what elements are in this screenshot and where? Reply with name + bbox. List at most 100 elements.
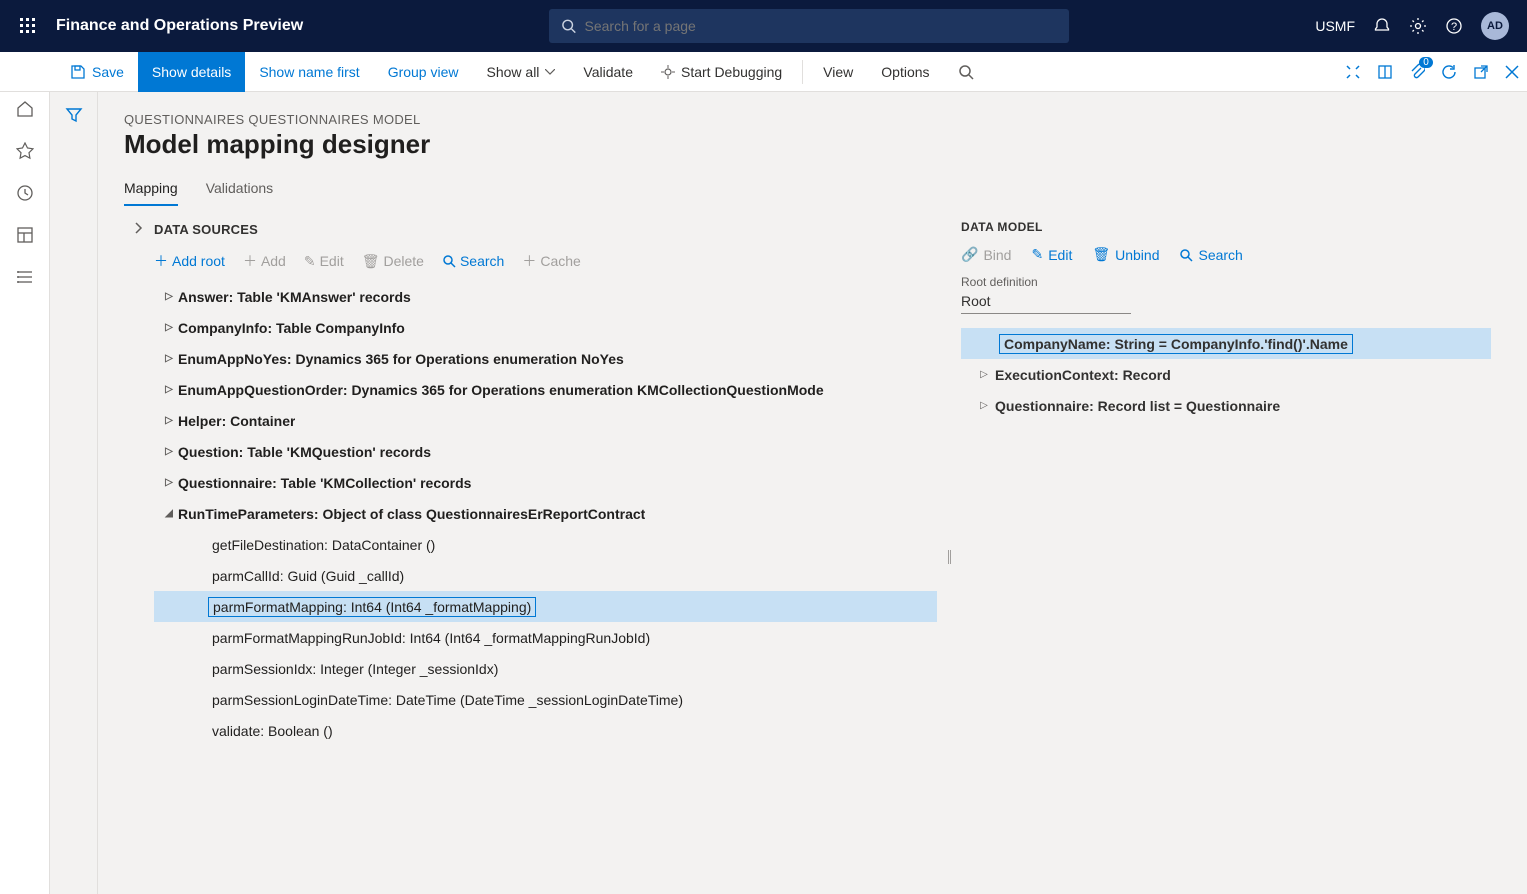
edit-button: ✎Edit (304, 253, 344, 270)
command-search-button[interactable] (944, 52, 988, 92)
personalize-icon[interactable] (1345, 64, 1361, 80)
show-name-first-button[interactable]: Show name first (245, 52, 373, 92)
trash-icon: 🗑 (362, 253, 380, 270)
data-model-tree[interactable]: CompanyName: String = CompanyInfo.'find(… (961, 328, 1491, 421)
tree-node[interactable]: ▷Answer: Table 'KMAnswer' records (154, 281, 937, 312)
modules-icon[interactable] (16, 268, 34, 286)
tree-node[interactable]: ▷EnumAppQuestionOrder: Dynamics 365 for … (154, 374, 937, 405)
caret-right-icon (172, 570, 190, 581)
company-indicator[interactable]: USMF (1315, 18, 1355, 34)
home-icon[interactable] (16, 100, 34, 118)
tree-node-label: parmFormatMappingRunJobId: Int64 (Int64 … (190, 630, 650, 646)
validate-button[interactable]: Validate (569, 52, 647, 92)
group-view-button[interactable]: Group view (374, 52, 473, 92)
popout-icon[interactable] (1473, 64, 1489, 80)
tree-node[interactable]: ▷EnumAppNoYes: Dynamics 365 for Operatio… (154, 343, 937, 374)
nav-rail (0, 52, 50, 894)
recent-icon[interactable] (16, 184, 34, 202)
view-menu[interactable]: View (809, 52, 867, 92)
tab-mapping[interactable]: Mapping (124, 180, 178, 206)
search-icon (958, 64, 974, 80)
caret-right-icon[interactable]: ▷ (160, 322, 178, 333)
caret-right-icon[interactable]: ▷ (160, 477, 178, 488)
pencil-icon: ✎ (304, 253, 316, 270)
filter-icon[interactable] (65, 106, 83, 894)
refresh-icon[interactable] (1441, 64, 1457, 80)
close-icon[interactable] (1505, 65, 1519, 79)
tree-node-label: ExecutionContext: Record (993, 367, 1171, 383)
save-button[interactable]: Save (56, 52, 138, 92)
tree-node[interactable]: ▷CompanyInfo: Table CompanyInfo (154, 312, 937, 343)
filter-column (50, 92, 98, 894)
splitter[interactable] (937, 220, 961, 894)
app-launcher-icon[interactable] (10, 18, 46, 34)
search-button[interactable]: Search (1179, 247, 1242, 263)
start-debugging-button[interactable]: Start Debugging (647, 52, 796, 92)
tree-node[interactable]: parmCallId: Guid (Guid _callId) (154, 560, 937, 591)
tree-node[interactable]: ▷Questionnaire: Table 'KMCollection' rec… (154, 467, 937, 498)
edit-button[interactable]: ✎Edit (1031, 246, 1072, 263)
global-search-input[interactable] (585, 18, 1058, 34)
add-root-button[interactable]: ＋Add root (154, 251, 225, 271)
tree-node-label: CompanyName: String = CompanyInfo.'find(… (999, 334, 1353, 354)
tree-node[interactable]: ◢RunTimeParameters: Object of class Ques… (154, 498, 937, 529)
show-details-button[interactable]: Show details (138, 52, 245, 92)
tree-node-label: getFileDestination: DataContainer () (190, 537, 435, 553)
tree-node-label: Answer: Table 'KMAnswer' records (178, 289, 411, 305)
tree-node[interactable]: parmFormatMapping: Int64 (Int64 _formatM… (154, 591, 937, 622)
tab-validations[interactable]: Validations (206, 180, 273, 206)
main-area: QUESTIONNAIRES QUESTIONNAIRES MODEL Mode… (50, 92, 1527, 894)
help-icon[interactable]: ? (1445, 17, 1463, 35)
data-sources-panel: DATA SOURCES ＋Add root ＋Add ✎Edit 🗑Delet… (124, 220, 937, 894)
favorites-icon[interactable] (16, 142, 34, 160)
caret-right-icon[interactable]: ▷ (160, 291, 178, 302)
root-definition-value[interactable]: Root (961, 291, 1131, 314)
caret-right-icon[interactable]: ▷ (975, 369, 993, 380)
tree-node[interactable]: getFileDestination: DataContainer () (154, 529, 937, 560)
options-menu[interactable]: Options (867, 52, 943, 92)
tree-node-label: validate: Boolean () (190, 723, 333, 739)
top-header: Finance and Operations Preview USMF ? AD (0, 0, 1527, 52)
tree-node[interactable]: ▷Question: Table 'KMQuestion' records (154, 436, 937, 467)
collapse-toggle[interactable] (124, 220, 154, 894)
tree-node[interactable]: CompanyName: String = CompanyInfo.'find(… (961, 328, 1491, 359)
search-button[interactable]: Search (442, 253, 504, 269)
notifications-icon[interactable] (1373, 17, 1391, 35)
tree-node[interactable]: ▷ExecutionContext: Record (961, 359, 1491, 390)
pencil-icon: ✎ (1031, 246, 1043, 263)
data-sources-tree[interactable]: ▷Answer: Table 'KMAnswer' records▷Compan… (154, 281, 937, 746)
tree-node[interactable]: parmSessionLoginDateTime: DateTime (Date… (154, 684, 937, 715)
show-all-dropdown[interactable]: Show all (473, 52, 570, 92)
tree-node-label: parmSessionIdx: Integer (Integer _sessio… (190, 661, 498, 677)
caret-right-icon (172, 725, 190, 736)
settings-icon[interactable] (1409, 17, 1427, 35)
page-options-icon[interactable] (1377, 64, 1393, 80)
tree-node[interactable]: ▷Helper: Container (154, 405, 937, 436)
tree-node-label: EnumAppQuestionOrder: Dynamics 365 for O… (178, 382, 824, 398)
caret-right-icon[interactable]: ▷ (160, 384, 178, 395)
caret-right-icon (172, 632, 190, 643)
tree-node[interactable]: parmFormatMappingRunJobId: Int64 (Int64 … (154, 622, 937, 653)
plus-icon: ＋ (243, 251, 257, 271)
tree-node-label: EnumAppNoYes: Dynamics 365 for Operation… (178, 351, 624, 367)
tree-node-label: CompanyInfo: Table CompanyInfo (178, 320, 405, 336)
tree-node-label: Helper: Container (178, 413, 295, 429)
trash-icon: 🗑 (1092, 246, 1110, 263)
tree-node[interactable]: ▷Questionnaire: Record list = Questionna… (961, 390, 1491, 421)
caret-down-icon[interactable]: ◢ (160, 508, 178, 519)
caret-right-icon[interactable]: ▷ (975, 400, 993, 411)
tree-node[interactable]: parmSessionIdx: Integer (Integer _sessio… (154, 653, 937, 684)
user-avatar[interactable]: AD (1481, 12, 1509, 40)
global-search[interactable] (549, 9, 1069, 43)
save-icon (70, 64, 86, 80)
caret-right-icon[interactable]: ▷ (160, 353, 178, 364)
caret-right-icon[interactable]: ▷ (160, 446, 178, 457)
caret-right-icon[interactable]: ▷ (160, 415, 178, 426)
attachments-button[interactable]: 0 (1409, 63, 1425, 81)
attachment-count-badge: 0 (1419, 57, 1433, 68)
tree-node[interactable]: validate: Boolean () (154, 715, 937, 746)
unbind-button[interactable]: 🗑Unbind (1092, 246, 1159, 263)
workspaces-icon[interactable] (16, 226, 34, 244)
data-sources-header: DATA SOURCES (154, 220, 937, 247)
svg-text:?: ? (1451, 21, 1457, 33)
